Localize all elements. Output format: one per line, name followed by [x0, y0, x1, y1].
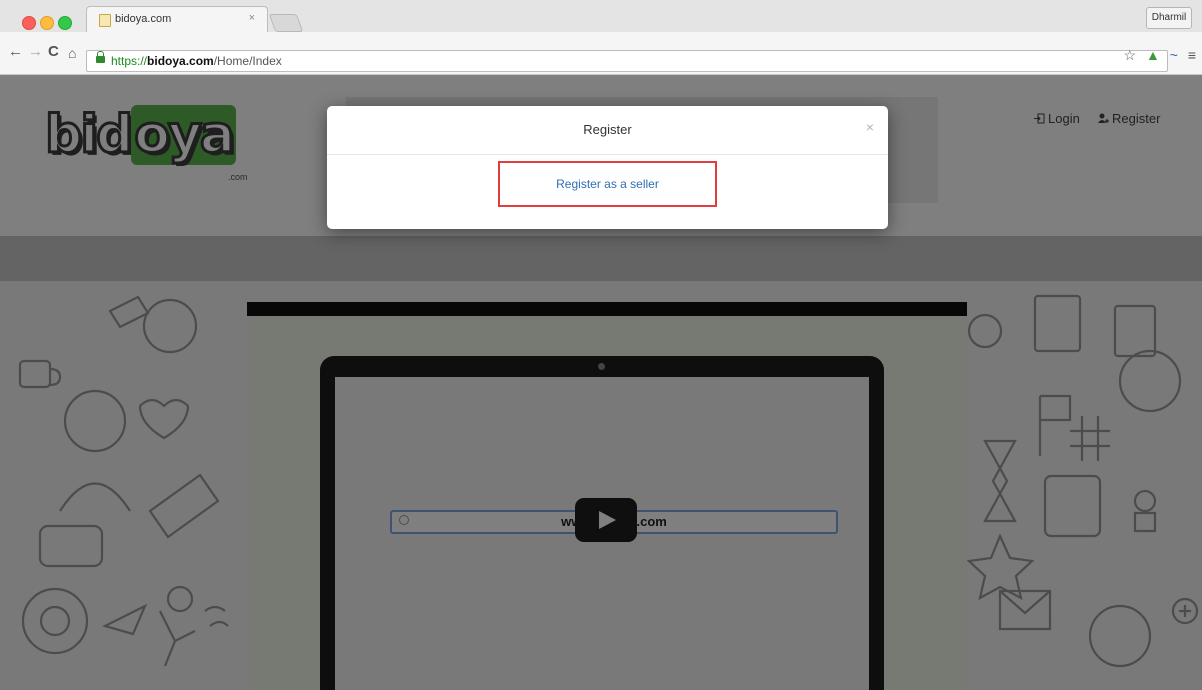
tab-close-icon[interactable]: × — [249, 12, 255, 24]
browser-tab[interactable]: bidoya.com × — [86, 6, 268, 33]
zoom-window-button[interactable] — [58, 16, 72, 30]
url-text: https://bidoya.com/Home/Index — [111, 54, 282, 68]
tab-title: bidoya.com — [115, 13, 172, 25]
close-icon[interactable]: × — [866, 119, 874, 135]
close-window-button[interactable] — [22, 16, 36, 30]
favicon-icon — [99, 14, 111, 27]
lock-icon — [96, 51, 105, 63]
bookmark-star-icon[interactable]: ☆ — [1124, 47, 1137, 63]
extension-icon[interactable]: ~ — [1170, 47, 1178, 63]
address-bar[interactable]: https://bidoya.com/Home/Index — [86, 50, 1168, 72]
back-arrow-icon[interactable]: ← — [8, 44, 23, 60]
drive-icon[interactable]: ▲ — [1146, 47, 1160, 63]
reload-icon[interactable]: C — [48, 44, 59, 60]
register-as-seller-link[interactable]: Register as a seller — [498, 161, 717, 207]
profile-button[interactable]: Dharmil — [1146, 7, 1192, 29]
toolbar-icons: ☆ ▲ ~ ≡ — [1118, 47, 1196, 64]
modal-title: Register — [583, 122, 632, 137]
new-tab-button[interactable] — [268, 14, 304, 32]
home-icon[interactable]: ⌂ — [68, 45, 76, 61]
register-modal: Register × Register as a seller — [327, 106, 888, 229]
forward-arrow-icon[interactable]: → — [28, 44, 43, 60]
minimize-window-button[interactable] — [40, 16, 54, 30]
menu-icon[interactable]: ≡ — [1188, 47, 1196, 63]
modal-header: Register × — [327, 106, 888, 155]
